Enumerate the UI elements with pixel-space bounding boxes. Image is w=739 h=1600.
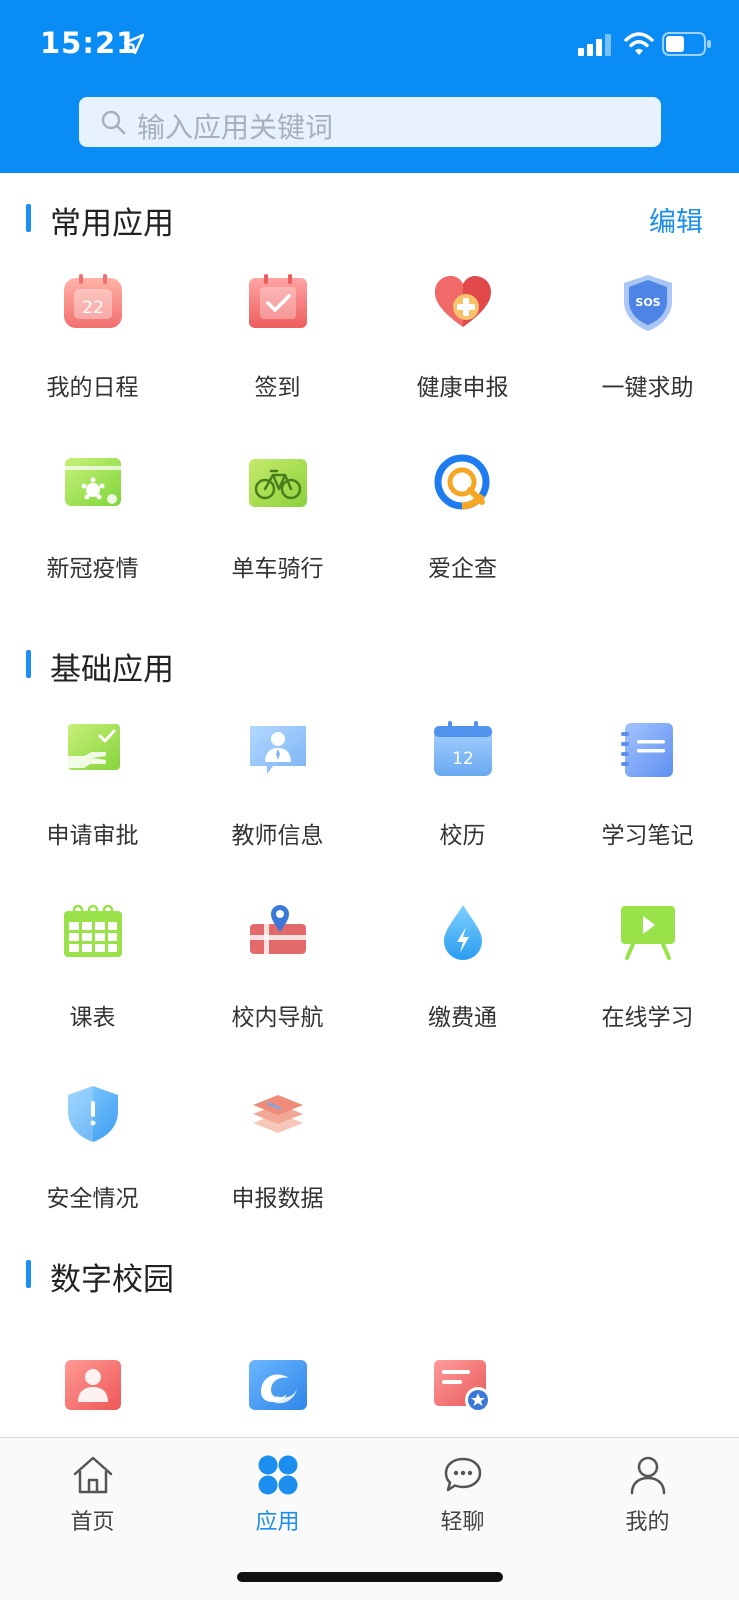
section-marker [26, 1260, 31, 1288]
app-campus-navigation[interactable]: 校内导航 [185, 902, 370, 1052]
tab-home[interactable]: 首页 [0, 1438, 185, 1538]
search-bar[interactable]: 输入应用关键词 [79, 97, 661, 147]
search-icon [101, 110, 126, 135]
app-label: 课表 [69, 1005, 116, 1031]
app-label: 校内导航 [231, 1005, 324, 1031]
payment-drop-icon [444, 905, 482, 960]
location-arrow-icon [123, 33, 145, 55]
health-heart-icon [435, 276, 491, 327]
tab-label: 应用 [255, 1510, 300, 1535]
app-approval[interactable]: 申请审批 [0, 720, 185, 870]
app-sos-help[interactable]: SOS 一键求助 [555, 272, 739, 422]
app-label: 校历 [439, 823, 486, 849]
app-covid[interactable]: 新冠疫情 [0, 453, 185, 603]
section-marker [26, 204, 31, 232]
app-health-report[interactable]: 健康申报 [370, 272, 555, 422]
app-report-data[interactable]: 申报数据 [185, 1083, 370, 1233]
teacher-icon [250, 726, 306, 774]
school-calendar-icon: 12 [434, 721, 492, 776]
app-teacher-info[interactable]: 教师信息 [185, 720, 370, 870]
safety-shield-icon [68, 1086, 118, 1142]
app-my-schedule[interactable]: 22 我的日程 [0, 272, 185, 422]
app-label: 教师信息 [231, 823, 324, 849]
app-safety[interactable]: 安全情况 [0, 1083, 185, 1233]
app-label: 在线学习 [601, 1005, 694, 1031]
certificate-icon [434, 1360, 491, 1413]
app-label: 爱企查 [428, 556, 497, 582]
app-timetable[interactable]: 课表 [0, 902, 185, 1052]
calendar-icon: 22 [64, 274, 122, 328]
app-study-notes[interactable]: 学习笔记 [555, 720, 739, 870]
tab-apps[interactable]: 应用 [185, 1438, 370, 1538]
app-label: 申请审批 [46, 823, 139, 849]
campus-logo-icon [249, 1360, 307, 1410]
section-title: 基础应用 [50, 652, 174, 688]
app-bike[interactable]: 单车骑行 [185, 453, 370, 603]
tab-label: 我的 [625, 1510, 670, 1535]
approval-icon [64, 724, 120, 770]
timetable-icon [64, 904, 122, 957]
sos-text: SOS [635, 296, 660, 309]
bicycle-icon [249, 459, 307, 507]
section-title: 常用应用 [50, 206, 174, 242]
notebook-icon [621, 723, 673, 777]
online-video-icon [621, 906, 675, 960]
search-input[interactable]: 输入应用关键词 [137, 106, 333, 146]
battery-icon [662, 32, 711, 56]
section-title: 数字校园 [50, 1262, 174, 1298]
app-contacts[interactable] [0, 1356, 185, 1418]
tab-chat[interactable]: 轻聊 [370, 1438, 555, 1538]
home-icon [73, 1456, 113, 1494]
virus-icon [65, 458, 121, 506]
checkin-icon [249, 274, 307, 328]
app-certificate[interactable] [370, 1356, 555, 1418]
tab-label: 轻聊 [440, 1510, 485, 1535]
chat-icon [444, 1457, 482, 1492]
app-payment[interactable]: 缴费通 [370, 902, 555, 1052]
contacts-icon [65, 1360, 121, 1410]
app-checkin[interactable]: 签到 [185, 272, 370, 422]
calendar-day: 12 [452, 749, 474, 769]
app-label: 学习笔记 [601, 823, 694, 849]
profile-icon [630, 1456, 666, 1495]
calendar-day: 22 [82, 298, 104, 318]
app-campus-portal[interactable] [185, 1356, 370, 1418]
cellular-signal-icon [578, 34, 611, 56]
aiqicha-icon [434, 454, 490, 510]
section-marker [26, 650, 31, 678]
sos-shield-icon: SOS [624, 275, 672, 331]
wifi-icon [624, 32, 654, 55]
app-label: 健康申报 [416, 375, 509, 401]
apps-icon [258, 1455, 298, 1495]
tab-profile[interactable]: 我的 [555, 1438, 739, 1538]
campus-map-icon [250, 905, 306, 954]
app-label: 申报数据 [231, 1186, 324, 1212]
app-label: 缴费通 [428, 1005, 497, 1031]
app-label: 我的日程 [46, 375, 139, 401]
tab-label: 首页 [70, 1510, 115, 1535]
status-bar: 15:21 [0, 0, 739, 90]
app-online-learning[interactable]: 在线学习 [555, 902, 739, 1052]
app-label: 新冠疫情 [46, 556, 139, 582]
app-school-calendar[interactable]: 12 校历 [370, 720, 555, 870]
header: 15:21 输入应用关键词 [0, 0, 739, 173]
home-indicator[interactable] [237, 1572, 503, 1582]
app-label: 一键求助 [601, 375, 694, 401]
app-aiqicha[interactable]: 爱企查 [370, 453, 555, 603]
app-label: 签到 [254, 375, 301, 401]
edit-button[interactable]: 编辑 [649, 200, 703, 239]
app-label: 安全情况 [46, 1186, 139, 1212]
app-label: 单车骑行 [231, 556, 324, 582]
layers-icon [253, 1095, 303, 1133]
